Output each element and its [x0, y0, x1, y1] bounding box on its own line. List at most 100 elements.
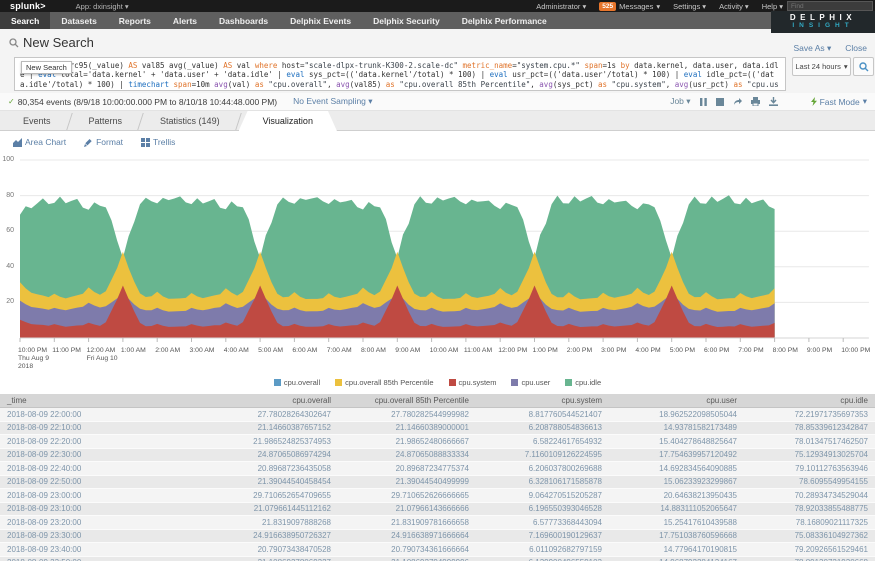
trellis-button[interactable]: Trellis — [141, 137, 175, 147]
help-dropdown[interactable]: Help ▾ — [762, 2, 783, 11]
table-cell-value[interactable]: 75.08336104927362 — [744, 531, 875, 540]
tab-statistics-[interactable]: Statistics (149) — [141, 111, 239, 130]
table-cell-value[interactable]: 29.710652626666665 — [338, 491, 476, 500]
table-cell-value[interactable]: 29.710652654709655 — [183, 491, 338, 500]
time-range-picker[interactable]: Last 24 hours ▾ — [792, 57, 851, 76]
legend-item-cpu-overall[interactable]: cpu.overall — [274, 378, 320, 387]
table-cell-value[interactable]: 20.89687236435058 — [183, 464, 338, 473]
table-cell-value[interactable]: 9.064270515205287 — [476, 491, 609, 500]
table-cell-time[interactable]: 2018-08-09 23:30:00 — [0, 531, 183, 540]
table-cell-value[interactable]: 21.14660389000001 — [338, 423, 476, 432]
nav-item-delphix-events[interactable]: Delphix Events — [279, 12, 362, 29]
table-cell-value[interactable]: 14.883111052065647 — [609, 504, 744, 513]
close-button[interactable]: Close — [845, 43, 867, 54]
print-icon[interactable] — [751, 97, 760, 106]
table-cell-value[interactable]: 14.77964170190815 — [609, 545, 744, 554]
user-menu-dropdown[interactable]: Administrator ▾ — [536, 2, 586, 11]
column-header-cpu-system[interactable]: cpu.system — [476, 396, 609, 405]
legend-item-cpu-system[interactable]: cpu.system — [449, 378, 497, 387]
event-sampling-dropdown[interactable]: No Event Sampling ▾ — [293, 96, 372, 107]
column-header-cpu-overall[interactable]: cpu.overall — [183, 396, 338, 405]
table-cell-value[interactable]: 7.169600190129637 — [476, 531, 609, 540]
table-cell-value[interactable]: 24.87065086974294 — [183, 450, 338, 459]
table-cell-time[interactable]: 2018-08-09 22:10:00 — [0, 423, 183, 432]
messages-dropdown[interactable]: 525 Messages ▾ — [599, 2, 660, 11]
nav-item-datasets[interactable]: Datasets — [50, 12, 107, 29]
table-cell-value[interactable]: 18.962522098505044 — [609, 410, 744, 419]
nav-item-alerts[interactable]: Alerts — [162, 12, 208, 29]
table-cell-value[interactable]: 20.64638213950435 — [609, 491, 744, 500]
table-cell-value[interactable]: 15.25417610439588 — [609, 518, 744, 527]
table-cell-value[interactable]: 21.98652480666667 — [338, 437, 476, 446]
table-cell-time[interactable]: 2018-08-09 22:30:00 — [0, 450, 183, 459]
column-header--time[interactable]: _time — [0, 396, 183, 405]
table-cell-value[interactable]: 6.57773368443094 — [476, 518, 609, 527]
nav-item-reports[interactable]: Reports — [108, 12, 162, 29]
table-cell-time[interactable]: 2018-08-09 22:40:00 — [0, 464, 183, 473]
job-dropdown[interactable]: Job ▾ — [670, 96, 690, 107]
table-cell-value[interactable]: 6.208788054836613 — [476, 423, 609, 432]
table-cell-time[interactable]: 2018-08-09 22:00:00 — [0, 410, 183, 419]
table-cell-value[interactable]: 27.78028264302647 — [183, 410, 338, 419]
table-cell-value[interactable]: 7.1160109126224595 — [476, 450, 609, 459]
table-cell-value[interactable]: 78.16809021117325 — [744, 518, 875, 527]
table-cell-value[interactable]: 14.93781582173489 — [609, 423, 744, 432]
fast-mode-dropdown[interactable]: Fast Mode ▾ — [811, 96, 867, 107]
table-cell-value[interactable]: 14.692834564090885 — [609, 464, 744, 473]
activity-dropdown[interactable]: Activity ▾ — [719, 2, 749, 11]
column-header-cpu-user[interactable]: cpu.user — [609, 396, 744, 405]
table-cell-value[interactable]: 21.14660387657152 — [183, 423, 338, 432]
table-cell-value[interactable]: 78.6095549954155 — [744, 477, 875, 486]
table-cell-time[interactable]: 2018-08-09 23:10:00 — [0, 504, 183, 513]
table-cell-value[interactable]: 78.92033855488775 — [744, 504, 875, 513]
table-cell-time[interactable]: 2018-08-09 22:50:00 — [0, 477, 183, 486]
table-cell-value[interactable]: 79.10112763563946 — [744, 464, 875, 473]
column-header-cpu-overall-85th-Percentile[interactable]: cpu.overall 85th Percentile — [338, 396, 476, 405]
table-cell-value[interactable]: 21.07966143666666 — [338, 504, 476, 513]
table-cell-value[interactable]: 20.89687234775374 — [338, 464, 476, 473]
table-cell-value[interactable]: 21.986524825374953 — [183, 437, 338, 446]
nav-item-search[interactable]: Search — [0, 12, 50, 29]
table-cell-value[interactable]: 15.404278648825647 — [609, 437, 744, 446]
table-cell-value[interactable]: 6.206037800269688 — [476, 464, 609, 473]
table-cell-value[interactable]: 79.20926561529461 — [744, 545, 875, 554]
table-cell-value[interactable]: 78.01347517462507 — [744, 437, 875, 446]
table-cell-value[interactable]: 15.06233923299867 — [609, 477, 744, 486]
table-cell-value[interactable]: 72.21971735697353 — [744, 410, 875, 419]
table-cell-value[interactable]: 6.196550393046528 — [476, 504, 609, 513]
settings-dropdown[interactable]: Settings ▾ — [673, 2, 706, 11]
table-cell-time[interactable]: 2018-08-09 23:20:00 — [0, 518, 183, 527]
app-menu-dropdown[interactable]: App: dxinsight ▾ — [76, 2, 129, 11]
table-cell-time[interactable]: 2018-08-09 23:40:00 — [0, 545, 183, 554]
table-cell-value[interactable]: 21.39044540458454 — [183, 477, 338, 486]
table-cell-time[interactable]: 2018-08-09 23:00:00 — [0, 491, 183, 500]
table-cell-value[interactable]: 24.916638950726327 — [183, 531, 338, 540]
table-cell-value[interactable]: 6.011092682797159 — [476, 545, 609, 554]
stop-icon[interactable] — [716, 98, 724, 106]
chart-type-button[interactable]: Area Chart — [13, 137, 66, 147]
nav-item-delphix-performance[interactable]: Delphix Performance — [451, 12, 558, 29]
share-icon[interactable] — [733, 97, 742, 106]
table-cell-value[interactable]: 21.079661445112162 — [183, 504, 338, 513]
tab-events[interactable]: Events — [4, 111, 70, 130]
table-cell-value[interactable]: 20.79073438470528 — [183, 545, 338, 554]
table-cell-value[interactable]: 70.28934734529044 — [744, 491, 875, 500]
find-input[interactable] — [787, 1, 873, 11]
table-cell-value[interactable]: 17.754639957120492 — [609, 450, 744, 459]
table-cell-value[interactable]: 21.8319097888268 — [183, 518, 338, 527]
table-cell-value[interactable]: 17.751038760596668 — [609, 531, 744, 540]
table-cell-value[interactable]: 24.916638971666664 — [338, 531, 476, 540]
table-cell-value[interactable]: 21.39044540499999 — [338, 477, 476, 486]
area-chart[interactable] — [16, 156, 870, 344]
table-cell-value[interactable]: 78.85339612342847 — [744, 423, 875, 432]
table-cell-value[interactable]: 20.790734361666664 — [338, 545, 476, 554]
table-cell-time[interactable]: 2018-08-09 22:20:00 — [0, 437, 183, 446]
legend-item-cpu-overall-85th-Percentile[interactable]: cpu.overall 85th Percentile — [335, 378, 433, 387]
table-cell-value[interactable]: 6.328106171585878 — [476, 477, 609, 486]
save-as-dropdown[interactable]: Save As ▾ — [793, 43, 831, 54]
table-cell-value[interactable]: 21.831909781666658 — [338, 518, 476, 527]
legend-item-cpu-user[interactable]: cpu.user — [511, 378, 550, 387]
export-icon[interactable] — [769, 97, 778, 106]
pause-icon[interactable] — [700, 98, 707, 106]
search-query-input[interactable]: | mstats perc95(_value) AS val85 avg(_va… — [14, 57, 786, 91]
